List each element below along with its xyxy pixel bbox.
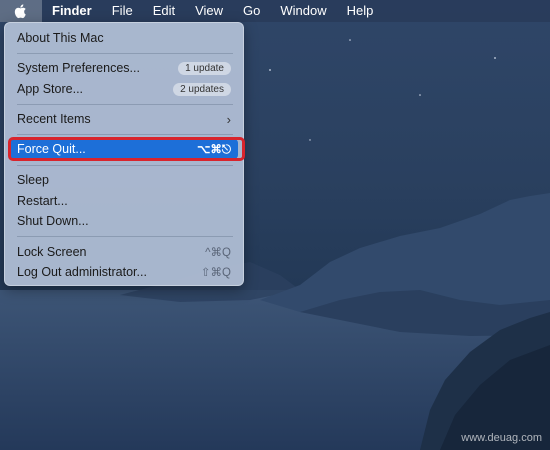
menu-edit[interactable]: Edit	[143, 0, 185, 22]
menu-separator	[17, 134, 233, 135]
menu-item-log-out[interactable]: Log Out administrator... ⇧⌘Q	[10, 262, 238, 282]
keyboard-shortcut: ⇧⌘Q	[200, 267, 231, 279]
menu-item-label: Recent Items	[17, 112, 91, 126]
menu-item-label: Lock Screen	[17, 245, 87, 259]
menu-separator	[17, 165, 233, 166]
menu-help[interactable]: Help	[337, 0, 384, 22]
menu-view[interactable]: View	[185, 0, 233, 22]
keyboard-shortcut: ^⌘Q	[205, 247, 231, 259]
menu-item-label: App Store...	[17, 82, 84, 96]
menu-item-lock-screen[interactable]: Lock Screen ^⌘Q	[10, 242, 238, 262]
chevron-right-icon: ›	[226, 111, 231, 127]
menu-item-label: System Preferences...	[17, 61, 140, 75]
menu-separator	[17, 104, 233, 105]
menu-file[interactable]: File	[102, 0, 143, 22]
apple-menu-dropdown: About This Mac System Preferences... 1 u…	[4, 22, 245, 286]
menu-item-shut-down[interactable]: Shut Down...	[10, 211, 238, 231]
menu-item-system-preferences[interactable]: System Preferences... 1 update	[10, 58, 238, 78]
apple-menu-button[interactable]	[0, 0, 42, 22]
menu-item-about-this-mac[interactable]: About This Mac	[10, 28, 238, 48]
desktop: Finder File Edit View Go Window Help Abo…	[0, 0, 550, 450]
menu-separator	[17, 53, 233, 54]
apple-logo-icon	[14, 4, 26, 19]
menu-item-app-store[interactable]: App Store... 2 updates	[10, 79, 238, 99]
menu-window[interactable]: Window	[270, 0, 336, 22]
menu-go[interactable]: Go	[233, 0, 270, 22]
menu-item-label: Restart...	[17, 194, 68, 208]
menu-bar: Finder File Edit View Go Window Help	[0, 0, 550, 22]
menu-finder[interactable]: Finder	[42, 0, 102, 22]
menu-separator	[17, 236, 233, 237]
menu-item-label: About This Mac	[17, 31, 104, 45]
menu-item-label: Shut Down...	[17, 214, 89, 228]
menu-item-sleep[interactable]: Sleep	[10, 170, 238, 190]
update-badge: 1 update	[178, 61, 231, 75]
menu-item-label: Log Out administrator...	[17, 265, 147, 279]
annotation-highlight-box	[8, 137, 245, 161]
menu-item-restart[interactable]: Restart...	[10, 191, 238, 211]
menu-item-recent-items[interactable]: Recent Items ›	[10, 109, 238, 129]
update-badge: 2 updates	[173, 82, 231, 96]
menu-item-label: Sleep	[17, 173, 49, 187]
watermark: www.deuag.com	[461, 432, 542, 444]
